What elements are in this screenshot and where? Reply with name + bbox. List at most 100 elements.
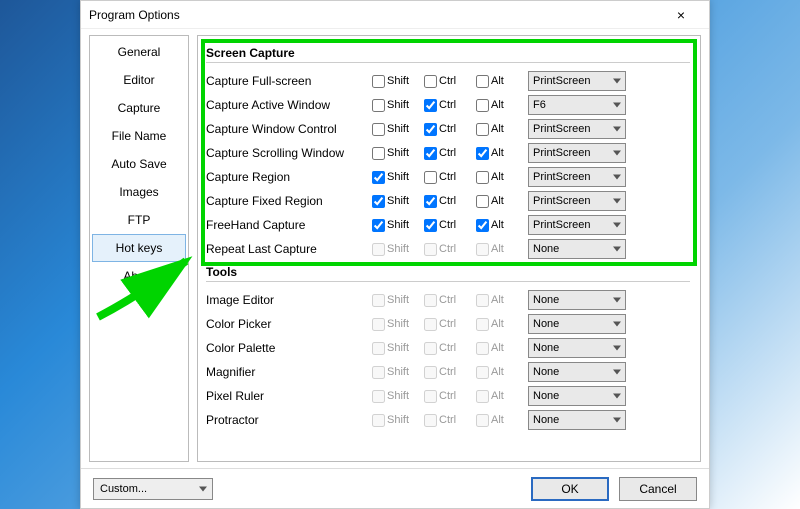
ctrl-checkbox[interactable]	[424, 75, 437, 88]
category-tab[interactable]: Capture	[92, 94, 186, 122]
ctrl-checkbox[interactable]	[424, 99, 437, 112]
alt-checkbox[interactable]	[476, 75, 489, 88]
alt-modifier[interactable]: Alt	[476, 147, 522, 160]
key-select[interactable]: PrintScreen	[528, 143, 626, 163]
alt-modifier[interactable]: Alt	[476, 123, 522, 136]
hotkey-label: Capture Scrolling Window	[206, 146, 366, 160]
key-select-value: PrintScreen	[533, 123, 590, 135]
alt-modifier[interactable]: Alt	[476, 75, 522, 88]
category-tab[interactable]: Auto Save	[92, 150, 186, 178]
alt-modifier[interactable]: Alt	[476, 171, 522, 184]
alt-checkbox[interactable]	[476, 171, 489, 184]
ctrl-checkbox[interactable]	[424, 147, 437, 160]
preset-select[interactable]: Custom...	[93, 478, 213, 500]
shift-modifier: Shift	[372, 390, 418, 403]
ctrl-modifier[interactable]: Ctrl	[424, 171, 470, 184]
category-tab[interactable]: Hot keys	[92, 234, 186, 262]
alt-modifier[interactable]: Alt	[476, 195, 522, 208]
ctrl-modifier[interactable]: Ctrl	[424, 123, 470, 136]
hotkey-label: Capture Region	[206, 170, 366, 184]
alt-modifier[interactable]: Alt	[476, 99, 522, 112]
shift-checkbox[interactable]	[372, 99, 385, 112]
ok-button[interactable]: OK	[531, 477, 609, 501]
shift-modifier[interactable]: Shift	[372, 99, 418, 112]
close-button[interactable]: ×	[661, 3, 701, 27]
alt-checkbox[interactable]	[476, 123, 489, 136]
ctrl-modifier: Ctrl	[424, 294, 470, 307]
ctrl-modifier[interactable]: Ctrl	[424, 99, 470, 112]
category-tab[interactable]: Editor	[92, 66, 186, 94]
ctrl-checkbox	[424, 243, 437, 256]
key-select[interactable]: None	[528, 386, 626, 406]
hotkey-row: FreeHand CaptureShiftCtrlAltPrintScreen	[206, 213, 690, 237]
alt-modifier: Alt	[476, 342, 522, 355]
hotkey-row: Color PaletteShiftCtrlAltNone	[206, 336, 690, 360]
hotkey-row: Capture Active WindowShiftCtrlAltF6	[206, 93, 690, 117]
alt-checkbox[interactable]	[476, 147, 489, 160]
shift-modifier[interactable]: Shift	[372, 195, 418, 208]
key-select[interactable]: None	[528, 362, 626, 382]
alt-checkbox	[476, 243, 489, 256]
alt-checkbox[interactable]	[476, 219, 489, 232]
group-header: Screen Capture	[206, 42, 690, 63]
ctrl-modifier[interactable]: Ctrl	[424, 147, 470, 160]
hotkey-row: Capture Scrolling Window Shift Ctrl Alt Prin…	[206, 141, 690, 165]
shift-modifier: Shift	[372, 318, 418, 331]
alt-modifier[interactable]: Alt	[476, 219, 522, 232]
key-select[interactable]: None	[528, 338, 626, 358]
alt-modifier: Alt	[476, 390, 522, 403]
shift-modifier[interactable]: Shift	[372, 147, 418, 160]
category-tab[interactable]: About	[92, 262, 186, 290]
key-select[interactable]: PrintScreen	[528, 71, 626, 91]
preset-select-value: Custom...	[100, 483, 147, 495]
category-tab[interactable]: Images	[92, 178, 186, 206]
key-select[interactable]: PrintScreen	[528, 215, 626, 235]
shift-modifier[interactable]: Shift	[372, 171, 418, 184]
alt-checkbox[interactable]	[476, 195, 489, 208]
ctrl-modifier[interactable]: Ctrl	[424, 195, 470, 208]
alt-checkbox[interactable]	[476, 99, 489, 112]
category-tab[interactable]: FTP	[92, 206, 186, 234]
key-select[interactable]: F6	[528, 95, 626, 115]
shift-checkbox[interactable]	[372, 147, 385, 160]
key-select-value: PrintScreen	[533, 75, 590, 87]
ctrl-checkbox[interactable]	[424, 171, 437, 184]
shift-modifier[interactable]: Shift	[372, 123, 418, 136]
category-tab[interactable]: File Name	[92, 122, 186, 150]
ctrl-modifier[interactable]: Ctrl	[424, 219, 470, 232]
shift-checkbox	[372, 342, 385, 355]
shift-checkbox	[372, 414, 385, 427]
shift-checkbox[interactable]	[372, 75, 385, 88]
shift-modifier[interactable]: Shift	[372, 219, 418, 232]
key-select[interactable]: None	[528, 239, 626, 259]
ctrl-modifier[interactable]: Ctrl	[424, 75, 470, 88]
hotkey-row: Capture Full-screenShiftCtrlAltPrintScre…	[206, 69, 690, 93]
category-tab[interactable]: General	[92, 38, 186, 66]
ctrl-checkbox[interactable]	[424, 195, 437, 208]
shift-checkbox[interactable]	[372, 219, 385, 232]
key-select[interactable]: None	[528, 314, 626, 334]
hotkey-row: Repeat Last CaptureShiftCtrlAltNone	[206, 237, 690, 261]
alt-checkbox	[476, 366, 489, 379]
shift-modifier[interactable]: Shift	[372, 75, 418, 88]
ctrl-modifier: Ctrl	[424, 390, 470, 403]
key-select[interactable]: PrintScreen	[528, 191, 626, 211]
key-select[interactable]: PrintScreen	[528, 119, 626, 139]
key-select[interactable]: None	[528, 290, 626, 310]
dialog-body: GeneralEditorCaptureFile NameAuto SaveIm…	[81, 29, 709, 468]
cancel-button[interactable]: Cancel	[619, 477, 697, 501]
hotkey-label: Color Palette	[206, 341, 366, 355]
key-select[interactable]: PrintScreen	[528, 167, 626, 187]
shift-checkbox	[372, 243, 385, 256]
shift-checkbox	[372, 318, 385, 331]
hotkey-row: Color PickerShiftCtrlAltNone	[206, 312, 690, 336]
ctrl-checkbox[interactable]	[424, 123, 437, 136]
shift-checkbox[interactable]	[372, 195, 385, 208]
hotkey-row: Capture Fixed RegionShiftCtrlAltPrintScr…	[206, 189, 690, 213]
shift-checkbox[interactable]	[372, 171, 385, 184]
shift-checkbox[interactable]	[372, 123, 385, 136]
key-select-value: None	[533, 390, 559, 402]
ctrl-checkbox[interactable]	[424, 219, 437, 232]
key-select[interactable]: None	[528, 410, 626, 430]
alt-modifier: Alt	[476, 243, 522, 256]
